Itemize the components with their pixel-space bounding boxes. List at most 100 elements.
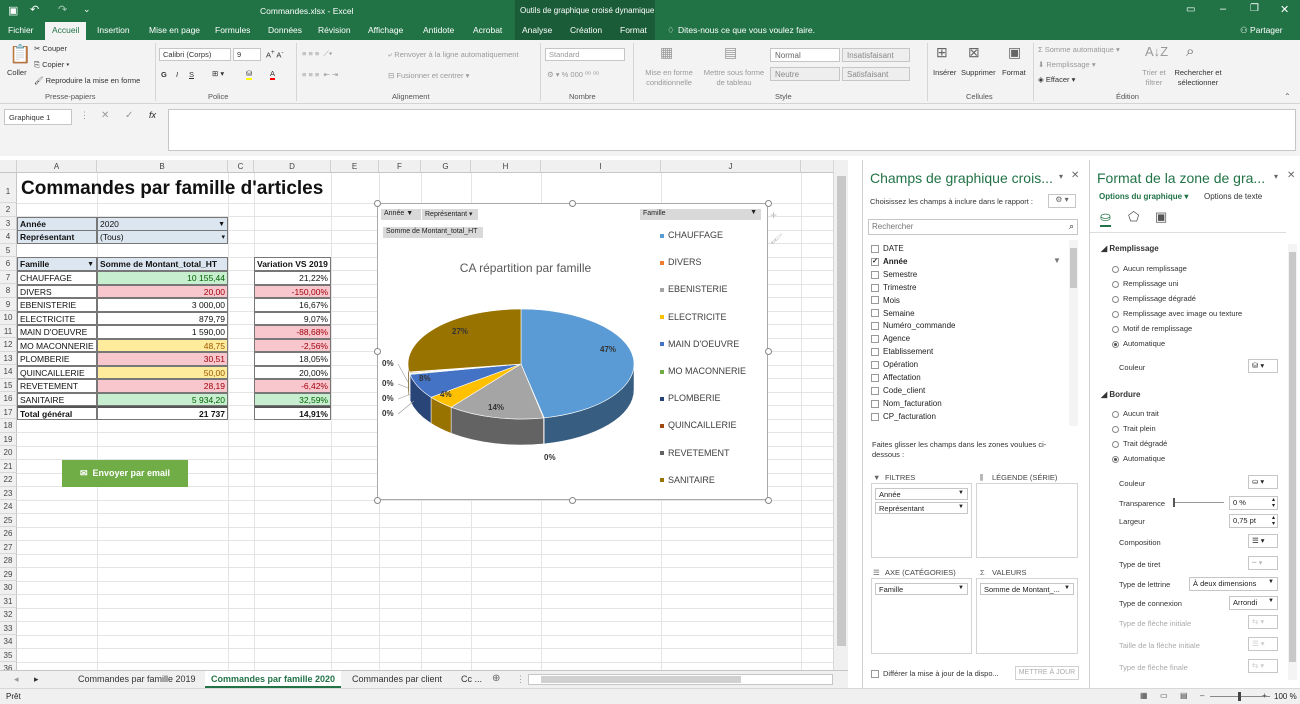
legend-entry[interactable]: QUINCAILLERIE — [660, 420, 737, 430]
col-header-e[interactable]: E — [331, 160, 379, 173]
legend-entry[interactable]: DIVERS — [660, 257, 702, 267]
row-header[interactable]: 11 — [0, 324, 17, 338]
filter-applied-icon[interactable]: ▼ — [218, 218, 225, 230]
row-header[interactable]: 4 — [0, 230, 17, 244]
row-header[interactable]: 31 — [0, 594, 17, 608]
pivot-filter-representant[interactable]: (Tous) ▾ — [97, 230, 228, 244]
delete-cells-icon[interactable]: ⊠ — [968, 44, 980, 61]
fill-color-icon[interactable]: ⛁ — [246, 69, 253, 80]
pie-data-label[interactable]: 8% — [419, 374, 431, 383]
begin-size-picker[interactable]: ☰ ▾ — [1248, 637, 1278, 651]
field-item[interactable]: Nom_facturation — [871, 399, 942, 408]
fill-line-icon[interactable]: ⛀ — [1100, 209, 1111, 227]
pie-data-label[interactable]: 27% — [452, 327, 468, 336]
dropdown-icon[interactable]: ▾ — [221, 231, 225, 243]
dash-type-picker[interactable]: ┅ ▾ — [1248, 556, 1278, 570]
legend-entry[interactable]: PLOMBERIE — [660, 393, 721, 403]
pane-close-icon[interactable]: ✕ — [1287, 170, 1295, 181]
border-option-radio[interactable]: Automatique — [1112, 454, 1165, 463]
format-cells-button[interactable]: Format — [1002, 68, 1026, 77]
legend-entry[interactable]: REVETEMENT — [660, 448, 730, 458]
row-header[interactable]: 30 — [0, 581, 17, 595]
scroll-left-icon[interactable]: ◂ — [14, 674, 19, 685]
col-header-f[interactable]: F — [379, 160, 421, 173]
pane-close-icon[interactable]: ✕ — [1071, 170, 1079, 181]
resize-handle[interactable] — [374, 348, 381, 355]
field-checkbox[interactable] — [871, 270, 879, 279]
fill-option-radio[interactable]: Motif de remplissage — [1112, 324, 1192, 333]
row-header[interactable]: 34 — [0, 635, 17, 649]
row-header[interactable]: 26 — [0, 527, 17, 541]
col-header-g[interactable]: G — [421, 160, 471, 173]
transparence-slider[interactable] — [1174, 502, 1224, 503]
minimize-icon[interactable]: – — [1220, 3, 1226, 15]
sheet-tab-more[interactable]: Cc ... — [455, 671, 488, 688]
sheet-tab-client[interactable]: Commandes par client — [346, 671, 448, 688]
field-list-scroll-thumb[interactable] — [1070, 248, 1077, 288]
row-header[interactable]: 16 — [0, 392, 17, 406]
legend-entry[interactable]: CHAUFFAGE — [660, 230, 723, 240]
row-header[interactable]: 8 — [0, 284, 17, 298]
italic-icon[interactable]: I — [176, 70, 178, 79]
chart-elements-plus-icon[interactable]: + — [770, 208, 777, 222]
field-checkbox[interactable] — [871, 296, 879, 305]
find-icon[interactable]: ⌕ — [1186, 43, 1194, 60]
col-header-h[interactable]: H — [471, 160, 541, 173]
field-checkbox[interactable] — [871, 373, 879, 382]
fill-option-radio[interactable]: Remplissage dégradé — [1112, 294, 1196, 303]
field-item[interactable]: Semestre — [871, 270, 917, 279]
filter-icon[interactable]: ▼ — [87, 258, 94, 270]
row-header[interactable]: 13 — [0, 351, 17, 365]
pie-data-label[interactable]: 0% — [382, 359, 394, 368]
field-list-scrollbar[interactable] — [1069, 240, 1078, 426]
row-header[interactable]: 24 — [0, 500, 17, 514]
field-item[interactable]: Numéro_commande — [871, 321, 955, 330]
transparence-slider-thumb[interactable] — [1173, 498, 1175, 507]
style-normal[interactable]: Normal — [770, 48, 840, 62]
end-arrow-picker[interactable]: ⇆ ▾ — [1248, 659, 1278, 673]
fill-option-radio[interactable]: Remplissage avec image ou texture — [1112, 309, 1242, 318]
fill-button[interactable]: ⬇ Remplissage ▾ — [1038, 60, 1096, 69]
field-checkbox[interactable] — [871, 386, 879, 395]
zone-item[interactable]: Famille ▼ — [875, 583, 968, 595]
row-header[interactable]: 32 — [0, 608, 17, 622]
field-item[interactable]: CP_facturation — [871, 412, 936, 421]
tab-accueil[interactable]: Accueil — [45, 22, 87, 40]
tab-analyse[interactable]: Analyse — [522, 25, 552, 35]
row-header[interactable]: 1 — [0, 173, 17, 203]
zone-axe[interactable]: Famille ▼ — [871, 578, 972, 654]
row-header[interactable]: 25 — [0, 513, 17, 527]
row-header[interactable]: 28 — [0, 554, 17, 568]
tab-antidote[interactable]: Antidote — [423, 25, 454, 35]
grow-font-icon[interactable]: A+ A- — [266, 49, 283, 60]
copy-button[interactable]: ⎘ Copier ▾ — [34, 60, 69, 70]
zoom-level[interactable]: 100 % — [1274, 692, 1297, 701]
cancel-entry-icon[interactable]: ✕ — [101, 110, 109, 121]
tab-fichier[interactable]: Fichier — [8, 25, 34, 35]
merge-center-button[interactable]: ⊟ Fusionner et centrer ▾ — [388, 71, 469, 80]
col-header-j[interactable]: J — [661, 160, 801, 173]
pivot-filter-annee[interactable]: 2020 ▼ — [97, 217, 228, 231]
formula-input[interactable] — [168, 109, 1296, 151]
row-header[interactable]: 17 — [0, 405, 17, 419]
style-satisfaisant[interactable]: Satisfaisant — [842, 67, 910, 81]
style-insatisfaisant[interactable]: Insatisfaisant — [842, 48, 910, 62]
share-button[interactable]: ⚇ Partager — [1240, 25, 1283, 36]
field-item[interactable]: Etablissement — [871, 347, 933, 356]
resize-handle[interactable] — [569, 497, 576, 504]
fill-option-radio[interactable]: Aucun remplissage — [1112, 264, 1187, 273]
row-header[interactable]: 19 — [0, 432, 17, 446]
legend-entry[interactable]: ELECTRICITE — [660, 312, 727, 322]
pie-data-label[interactable]: 4% — [440, 390, 452, 399]
options-texte-tab[interactable]: Options de texte — [1204, 192, 1262, 201]
update-button[interactable]: METTRE À JOUR — [1015, 666, 1079, 680]
field-item[interactable]: DATE — [871, 244, 904, 253]
pie-data-label[interactable]: 0% — [382, 394, 394, 403]
legend-entry[interactable]: SANITAIRE — [660, 475, 715, 485]
row-header[interactable]: 20 — [0, 446, 17, 460]
style-neutre[interactable]: Neutre — [770, 67, 840, 81]
tab-acrobat[interactable]: Acrobat — [473, 25, 502, 35]
resize-handle[interactable] — [765, 497, 772, 504]
pivot-chart[interactable]: Année ▼ Représentant ▾ Somme de Montant_… — [377, 203, 783, 500]
zone-legende[interactable] — [976, 483, 1078, 558]
